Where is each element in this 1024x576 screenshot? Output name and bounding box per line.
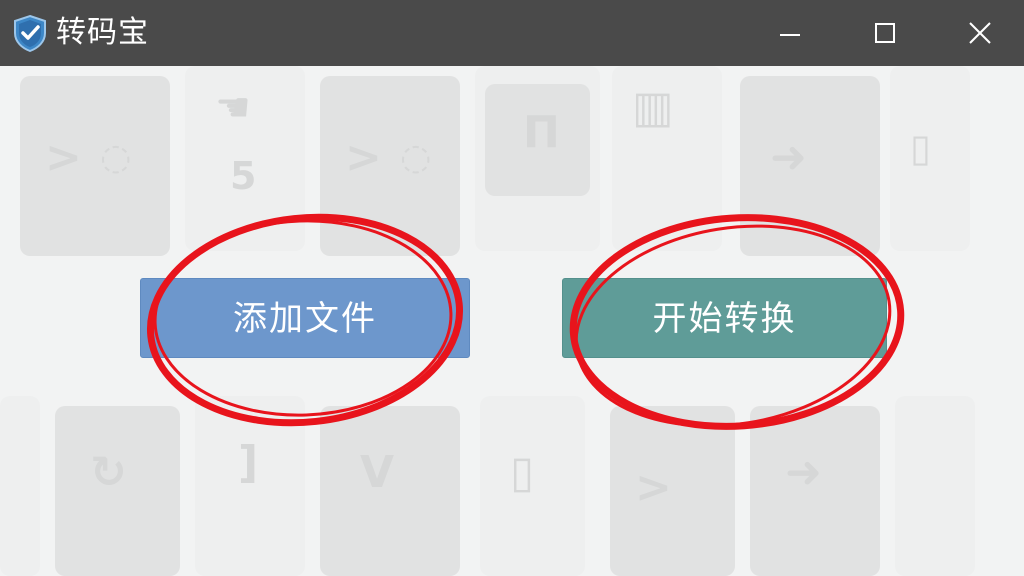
background-tile xyxy=(610,406,735,576)
background-tile xyxy=(895,396,975,576)
v-icon: V xyxy=(360,447,395,498)
circle-icon: ◌ xyxy=(400,137,432,178)
maximize-button[interactable] xyxy=(855,0,915,66)
close-icon xyxy=(967,20,993,46)
chevron-right-icon: > xyxy=(45,132,82,183)
arrow-right-icon: ➜ xyxy=(785,447,822,498)
background-tile xyxy=(0,396,40,576)
rotate-icon: ↻ xyxy=(90,447,127,498)
phone-icon: ▯ xyxy=(510,447,535,498)
start-convert-button[interactable]: 开始转换 xyxy=(562,278,887,358)
shield-check-icon xyxy=(12,14,48,53)
app-window: 转码宝 > ◌ ☚ 5 > ◌ Π ▥ ➜ ▯ ↻] V ▯ > ➜ 添加文件… xyxy=(0,0,1024,576)
circle-icon: ◌ xyxy=(100,137,132,178)
background-tile xyxy=(740,76,880,256)
chevron-right-icon: > xyxy=(345,132,382,183)
title-bar[interactable]: 转码宝 xyxy=(0,0,1024,66)
chevron-right-icon: > xyxy=(635,462,672,513)
hand-icon: ☚ xyxy=(215,85,251,131)
background-tile xyxy=(320,76,460,256)
add-files-button[interactable]: 添加文件 xyxy=(140,278,470,358)
minimize-button[interactable] xyxy=(760,0,820,66)
bracket-icon: ] xyxy=(238,437,259,488)
background-tile xyxy=(20,76,170,256)
grid-icon: ▥ xyxy=(632,82,674,133)
phone-icon: ▯ xyxy=(910,126,931,170)
window-title: 转码宝 xyxy=(56,15,149,50)
arrow-right-icon: ➜ xyxy=(770,132,807,183)
close-button[interactable] xyxy=(950,0,1010,66)
maximize-icon xyxy=(873,21,897,45)
number-glyph: 5 xyxy=(230,154,257,198)
pi-icon: Π xyxy=(523,107,560,158)
minimize-icon xyxy=(778,21,802,45)
